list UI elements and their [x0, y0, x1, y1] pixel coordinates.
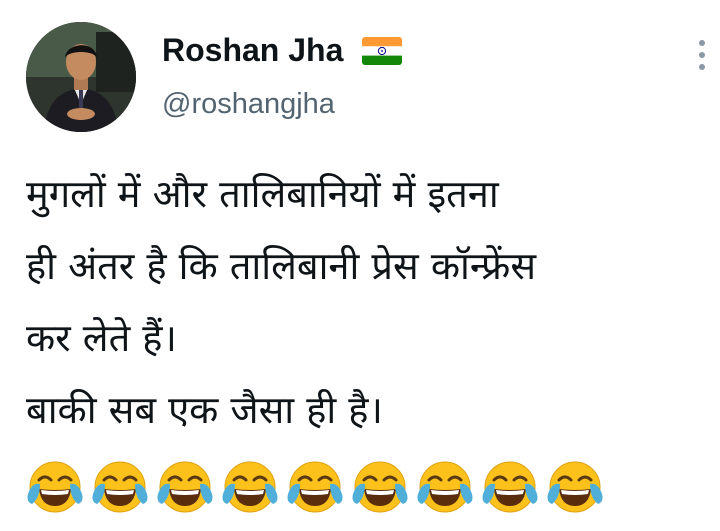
- more-vertical-icon[interactable]: [690, 38, 714, 72]
- india-flag-icon: [362, 37, 402, 65]
- face-with-tears-of-joy-icon: [351, 458, 409, 516]
- face-with-tears-of-joy-icon: [416, 458, 474, 516]
- tweet-text-line: मुगलों में और तालिबानियों में इतना: [26, 172, 499, 216]
- face-with-tears-of-joy-icon: [26, 458, 84, 516]
- author-display-name[interactable]: Roshan Jha: [162, 30, 343, 70]
- tweet-text-line: कर लेते हैं।: [26, 316, 177, 360]
- tweet-text-line: बाकी सब एक जैसा ही है।: [26, 388, 383, 432]
- tweet-text: मुगलों में और तालिबानियों में इतना ही अं…: [26, 158, 706, 446]
- face-with-tears-of-joy-icon: [286, 458, 344, 516]
- face-with-tears-of-joy-icon: [481, 458, 539, 516]
- face-with-tears-of-joy-icon: [221, 458, 279, 516]
- avatar[interactable]: [26, 22, 136, 132]
- emoji-row: [26, 458, 611, 522]
- face-with-tears-of-joy-icon: [156, 458, 214, 516]
- author-handle[interactable]: @roshangjha: [162, 86, 335, 122]
- face-with-tears-of-joy-icon: [546, 458, 604, 516]
- face-with-tears-of-joy-icon: [91, 458, 149, 516]
- tweet-text-line: ही अंतर है कि तालिबानी प्रेस कॉन्फ्रेंस: [26, 244, 537, 288]
